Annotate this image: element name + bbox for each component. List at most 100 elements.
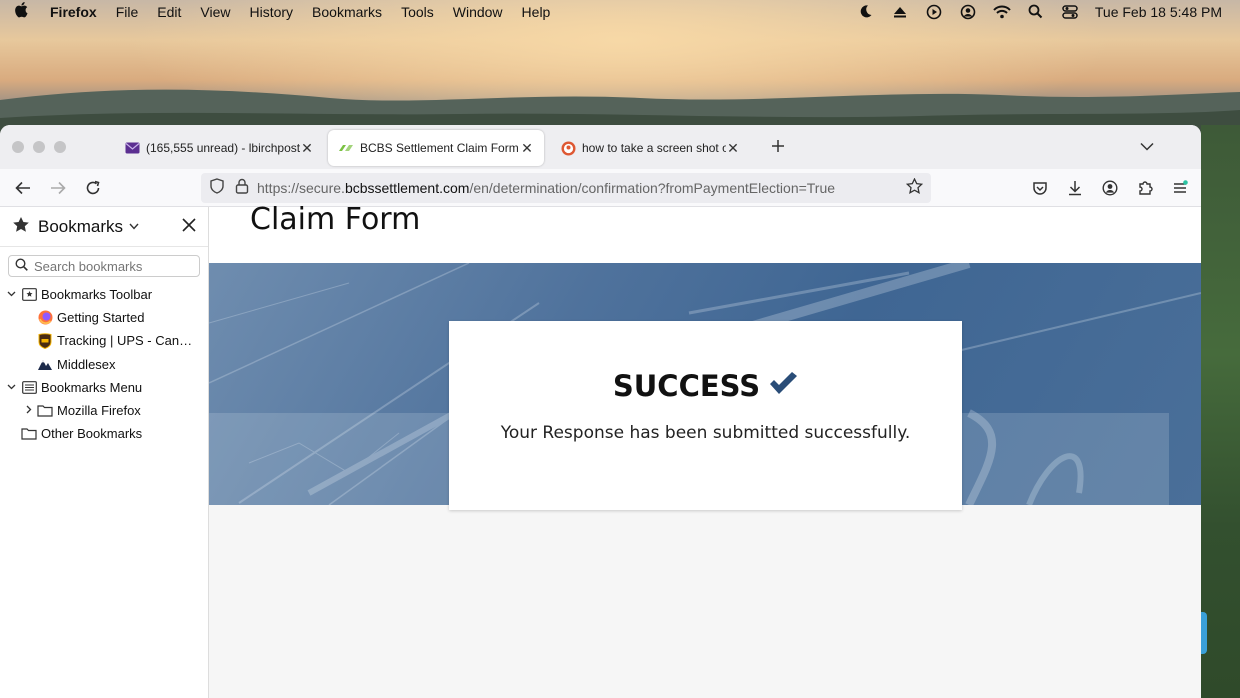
downloads-button[interactable] (1063, 176, 1087, 200)
menu-history[interactable]: History (249, 4, 293, 20)
mail-icon (124, 140, 140, 156)
tab-bar: (165,555 unread) - lbirchpost@ ✕ BCBS Se… (0, 125, 1201, 169)
bookmarks-search-input[interactable] (34, 258, 184, 274)
pocket-button[interactable] (1028, 176, 1052, 200)
close-window-button[interactable] (12, 141, 24, 153)
apple-menu-icon[interactable] (14, 1, 34, 22)
tree-item-label: Middlesex (57, 356, 116, 372)
play-circle-icon[interactable] (923, 4, 945, 20)
close-tab-icon[interactable]: ✕ (520, 140, 534, 157)
duckduckgo-icon (560, 140, 576, 156)
page-content: Claim Form SUCCESS Your Response has bee… (209, 202, 1201, 698)
list-all-tabs-button[interactable] (1137, 138, 1157, 156)
extensions-button[interactable] (1133, 176, 1157, 200)
tree-item-bookmarks-toolbar[interactable]: Bookmarks Toolbar (0, 283, 208, 306)
bookmark-star-icon[interactable] (905, 176, 924, 199)
success-heading-text: SUCCESS (612, 369, 761, 403)
pocket-icon (1033, 181, 1047, 195)
page-header: Claim Form (209, 202, 1201, 263)
tree-item-getting-started[interactable]: Getting Started (0, 306, 208, 329)
tree-item-label: Bookmarks Menu (41, 379, 143, 395)
menu-bookmarks[interactable]: Bookmarks (312, 4, 382, 20)
close-sidebar-icon[interactable] (182, 216, 196, 237)
zoom-window-button[interactable] (54, 141, 66, 153)
bookmarks-tree: Bookmarks Toolbar Getting Started Tracki… (0, 283, 208, 445)
tree-item-label: Mozilla Firefox (57, 403, 141, 419)
menu-view[interactable]: View (200, 4, 230, 20)
back-button[interactable] (11, 176, 35, 200)
navigation-toolbar: https://secure.bcbssettlement.com/en/det… (0, 169, 1201, 207)
url-text[interactable]: https://secure.bcbssettlement.com/en/det… (257, 180, 835, 196)
bookmarks-search-box[interactable] (8, 255, 200, 277)
arrow-right-icon (51, 181, 66, 194)
checkmark-icon (768, 369, 798, 403)
firefox-icon (37, 310, 53, 326)
tab-mail[interactable]: (165,555 unread) - lbirchpost@ ✕ (114, 130, 324, 166)
address-bar[interactable]: https://secure.bcbssettlement.com/en/det… (201, 173, 931, 203)
tree-item-other-bookmarks[interactable]: Other Bookmarks (0, 422, 208, 445)
arrow-left-icon (15, 181, 30, 194)
tab-label: how to take a screen shot on ma (582, 141, 726, 155)
close-tab-icon[interactable]: ✕ (300, 140, 314, 157)
eject-icon[interactable] (889, 4, 911, 20)
tab-bcbs-claim-form[interactable]: BCBS Settlement Claim Form ✕ (328, 130, 544, 166)
firefox-window: (165,555 unread) - lbirchpost@ ✕ BCBS Se… (0, 125, 1201, 698)
bookmarks-toolbar-icon (21, 287, 37, 303)
chevron-down-icon[interactable] (129, 221, 139, 233)
tree-item-label: Tracking | UPS - Canad... (57, 333, 197, 349)
moon-icon[interactable] (855, 4, 877, 20)
search-icon[interactable] (1025, 4, 1047, 20)
sidebar-title[interactable]: Bookmarks (38, 217, 123, 237)
folder-icon (21, 426, 37, 442)
hamburger-menu-icon (1174, 180, 1188, 193)
user-circle-icon[interactable] (957, 4, 979, 20)
menu-edit[interactable]: Edit (157, 4, 181, 20)
reload-icon (86, 180, 100, 194)
tab-search[interactable]: how to take a screen shot on ma ✕ (550, 130, 750, 166)
desktop-hillside (1201, 125, 1240, 698)
new-tab-button[interactable] (764, 136, 792, 159)
menu-file[interactable]: File (116, 4, 139, 20)
tree-item-mozilla-firefox[interactable]: Mozilla Firefox (0, 399, 208, 422)
url-prefix: https://secure. (257, 180, 345, 196)
tree-item-ups-tracking[interactable]: Tracking | UPS - Canad... (0, 329, 208, 352)
chevron-down-icon[interactable] (5, 289, 17, 300)
search-icon (15, 258, 28, 274)
tree-item-label: Other Bookmarks (41, 426, 143, 442)
download-icon (1069, 181, 1081, 196)
window-controls (12, 141, 66, 153)
forward-button[interactable] (46, 176, 70, 200)
puzzle-icon (1139, 181, 1153, 195)
menu-window[interactable]: Window (453, 4, 503, 20)
lock-icon[interactable] (235, 178, 249, 199)
bookmarks-menu-icon (21, 379, 37, 395)
menu-tools[interactable]: Tools (401, 4, 434, 20)
close-tab-icon[interactable]: ✕ (726, 140, 740, 157)
chevron-down-icon[interactable] (5, 382, 17, 393)
menu-app-name[interactable]: Firefox (50, 4, 97, 20)
macos-menubar: Firefox File Edit View History Bookmarks… (0, 0, 1240, 23)
ups-shield-icon (37, 333, 53, 349)
app-menu-button[interactable] (1168, 176, 1192, 200)
menubar-clock[interactable]: Tue Feb 18 5:48 PM (1095, 4, 1222, 20)
plus-icon (772, 139, 784, 152)
minimize-window-button[interactable] (33, 141, 45, 153)
bookmarks-sidebar: Bookmarks Bookmarks Toolbar (0, 207, 209, 698)
control-center-icon[interactable] (1059, 4, 1081, 20)
toolbar-right-actions (1028, 176, 1192, 200)
tree-item-middlesex[interactable]: Middlesex (0, 353, 208, 376)
menu-help[interactable]: Help (522, 4, 551, 20)
tree-item-label: Bookmarks Toolbar (41, 287, 153, 303)
chevron-right-icon[interactable] (21, 405, 37, 417)
tab-label: (165,555 unread) - lbirchpost@ (146, 141, 300, 155)
reload-button[interactable] (81, 176, 105, 200)
folder-icon (37, 403, 53, 419)
tree-item-bookmarks-menu[interactable]: Bookmarks Menu (0, 376, 208, 399)
desktop-side-widget[interactable] (1200, 612, 1207, 654)
account-button[interactable] (1098, 176, 1122, 200)
star-filled-icon (12, 216, 30, 238)
mountain-logo-icon (37, 356, 53, 372)
tracking-protection-shield-icon[interactable] (209, 177, 225, 199)
wifi-icon[interactable] (991, 4, 1013, 20)
chevron-down-icon (1140, 142, 1154, 151)
